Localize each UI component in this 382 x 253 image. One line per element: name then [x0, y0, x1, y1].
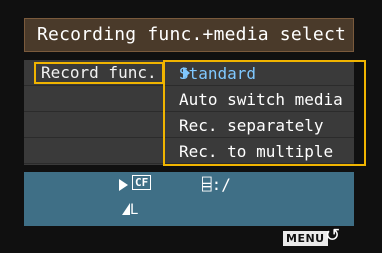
- camera-menu-screen: Recording func.+media select Record func…: [0, 0, 382, 253]
- play-icon: [119, 179, 128, 191]
- menu-button[interactable]: MENU: [283, 231, 328, 246]
- quality-label: L: [130, 202, 138, 218]
- selection-arrow-icon: [183, 67, 190, 79]
- media-status-panel: CF ⌸:/ L: [24, 172, 354, 226]
- folder-path: ⌸:/: [202, 175, 231, 194]
- image-quality-indicator: L: [122, 202, 138, 218]
- record-func-label[interactable]: Record func.: [34, 62, 164, 84]
- quality-triangle-icon: [122, 203, 130, 215]
- record-func-options: Standard Auto switch media Rec. separate…: [163, 60, 366, 166]
- option-standard[interactable]: Standard: [179, 64, 256, 84]
- option-rec-to-multiple[interactable]: Rec. to multiple: [179, 142, 333, 162]
- option-rec-separately[interactable]: Rec. separately: [179, 116, 324, 136]
- menu-title-bar: Recording func.+media select: [24, 18, 354, 52]
- option-label: Rec. to multiple: [179, 142, 334, 161]
- cf-card-icon: CF: [132, 175, 152, 190]
- option-label: Auto switch media: [179, 90, 343, 109]
- option-auto-switch-media[interactable]: Auto switch media: [179, 90, 343, 110]
- back-icon[interactable]: ↺: [325, 226, 340, 246]
- option-label: Standard: [179, 64, 257, 83]
- page-title: Recording func.+media select: [37, 24, 347, 45]
- option-label: Rec. separately: [179, 116, 324, 135]
